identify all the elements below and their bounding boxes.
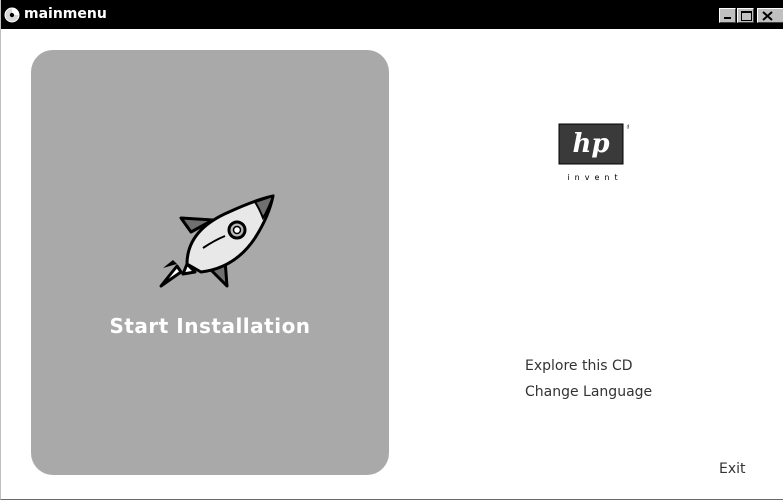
rocket-icon bbox=[159, 194, 275, 288]
minimize-button[interactable] bbox=[719, 8, 736, 23]
hp-tagline: invent bbox=[567, 173, 623, 182]
maximize-button[interactable] bbox=[737, 8, 754, 23]
start-installation-label: Start Installation bbox=[109, 314, 311, 338]
explore-cd-link[interactable]: Explore this CD bbox=[525, 358, 633, 374]
cd-disc-icon bbox=[4, 7, 20, 23]
change-language-link[interactable]: Change Language bbox=[525, 384, 652, 400]
hp-logo-badge: hp ® bbox=[558, 123, 629, 165]
window-title: mainmenu bbox=[24, 6, 107, 22]
close-button[interactable] bbox=[757, 8, 783, 23]
app-window: mainmenu Start Installation hp ® invent … bbox=[0, 0, 783, 500]
exit-link[interactable]: Exit bbox=[719, 461, 746, 477]
hp-logo-letters: hp bbox=[572, 129, 609, 159]
close-icon bbox=[762, 11, 773, 21]
registered-mark: ® bbox=[626, 124, 629, 131]
start-installation-button[interactable]: Start Installation bbox=[31, 50, 389, 475]
title-bar[interactable]: mainmenu bbox=[1, 0, 783, 29]
hp-logo: hp ® invent bbox=[552, 122, 634, 188]
